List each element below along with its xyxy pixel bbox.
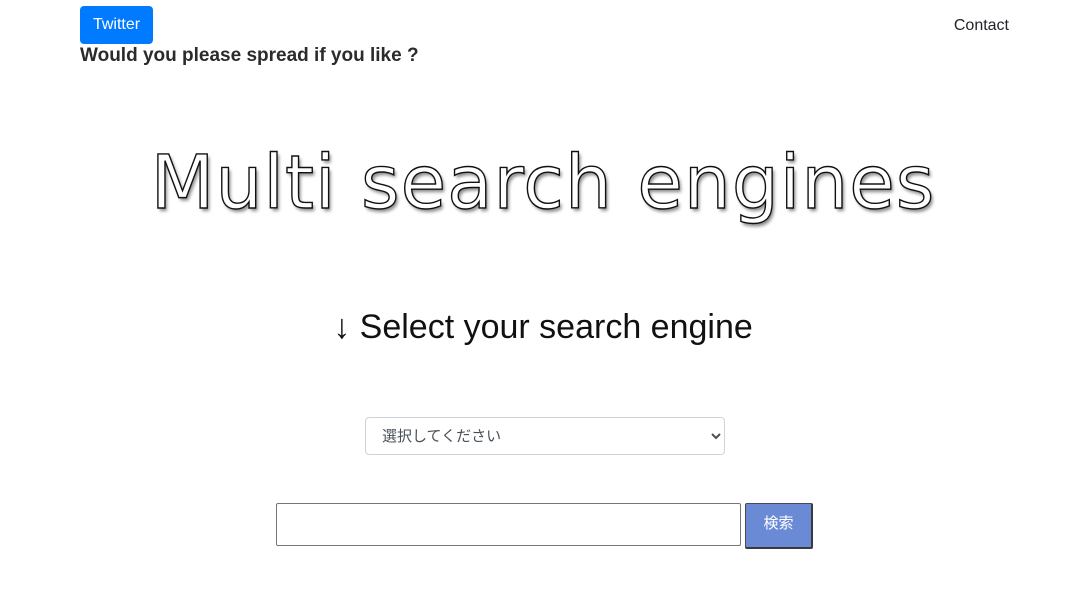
share-tagline: Would you please spread if you like ? bbox=[80, 45, 419, 66]
search-button[interactable]: 検索 bbox=[745, 503, 813, 549]
contact-link[interactable]: Contact bbox=[954, 17, 1009, 35]
search-input[interactable] bbox=[276, 503, 741, 546]
twitter-button[interactable]: Twitter bbox=[80, 6, 153, 44]
search-engine-select[interactable]: 選択してください bbox=[365, 417, 725, 455]
page-title: Multi search engines bbox=[150, 139, 936, 226]
select-engine-heading: ↓ Select your search engine bbox=[333, 308, 753, 346]
